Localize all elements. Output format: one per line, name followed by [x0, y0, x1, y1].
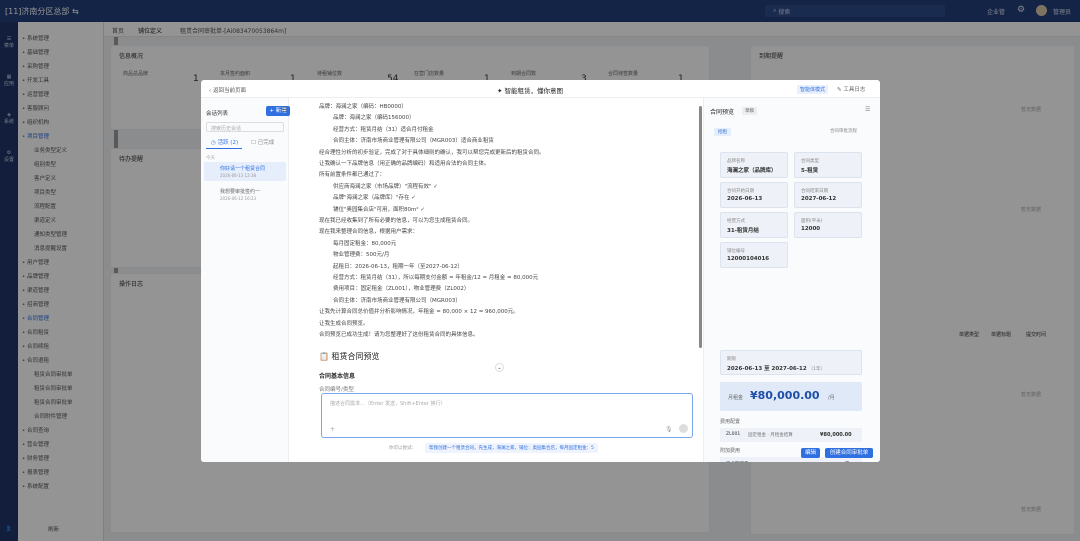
chat-pane: 品牌：海澜之家（编码：HB0000） 品牌：海澜之家（编码156000） 经营方式：… — [289, 98, 703, 462]
chat-input[interactable]: 描述合同需求…（Enter 发送，Shift+Enter 换行） + 🎙 — [321, 393, 693, 438]
menu-icon[interactable]: ☰ — [281, 106, 287, 114]
extra-section-title: 附加费用 — [720, 448, 741, 454]
chat-message-line: 品牌"海澜之家（品牌库）"存在 ✓ — [333, 195, 416, 202]
fee-section-title: 费用配置 — [720, 419, 741, 425]
period-field: 期限 2026-06-13 至 2027-06-12 （1年） — [720, 350, 862, 375]
session-list-title: 会话列表 — [206, 111, 229, 117]
menu-icon[interactable]: ☰ — [865, 106, 870, 113]
chat-message-line: 合同主体：济南市场商业管理有限公司（MGR003）适合商业租赁 — [333, 138, 494, 145]
chat-message-line: 现在我来整理合同信息，根据用户需求： — [319, 229, 419, 236]
chat-message-line: 合同主体：济南市场商业管理有限公司（MGR003） — [333, 297, 461, 304]
contract-field: 铺位编号 12000104016 — [720, 242, 788, 268]
chat-message-line: 每月固定租金：80,000元 — [333, 240, 397, 247]
group-label: 今天 — [206, 156, 215, 161]
contract-field: 经营方式 31-租赁月结 — [720, 212, 788, 238]
chat-message-line: 合同预览已成功生成！请为您整理好了这份租赁合同的具体信息。 — [319, 332, 479, 338]
preview-field-label: 合同编号/类型 — [319, 387, 354, 393]
rent-box: 月租金 ¥80,000.00 /月 — [720, 382, 862, 411]
contract-field: 合同开始日期 2026-06-13 — [720, 182, 788, 208]
modal-title: ✦ 智能租赁，懂你意图 — [497, 87, 564, 95]
chat-scrollbar[interactable] — [699, 106, 702, 348]
session-item[interactable]: 你好请一个租赁合同 2026-06-13 12:38 — [204, 162, 286, 181]
contract-field: 合同结束日期 2027-06-12 — [794, 182, 862, 208]
contract-field: 面积(平米) 12000 — [794, 212, 862, 238]
create-approval-button[interactable]: 创建合同审批单 — [825, 448, 873, 458]
contract-field: 合同类型 5-租赁 — [794, 152, 862, 178]
tab-underline — [206, 148, 242, 149]
chat-message-line: 现在我已经收集到了所有必要的信息，可以为您生成租赁合同。 — [319, 218, 474, 224]
chat-message-line: 所有前置条件都已通过了： — [319, 172, 386, 179]
agent-mode-toggle[interactable]: 智能体模式 — [797, 85, 829, 94]
add-icon: + — [330, 426, 336, 433]
tools-log-button[interactable]: ✎ 工具日志 — [837, 85, 865, 93]
modal-header: ‹ 返回当前页面 ✦ 智能租赁，懂你意图 智能体模式 ✎ 工具日志 — [201, 80, 880, 98]
fee-row: ZL001 固定租金 · 月租金结算 ¥80,000.00 — [720, 428, 862, 442]
scroll-down-icon[interactable]: ⌄ — [495, 363, 504, 372]
chat-message-line: 经合理性分析的初步验证，完成了对于具体细则的确认，我可以帮您完成更新后的租赁合同… — [319, 149, 545, 156]
chat-message-line: 起租日：2026-06-13，租期一年（至2027-06-12） — [333, 263, 463, 270]
chat-message-line: 物业管理费：500元/月 — [333, 252, 390, 259]
chat-message-line: 品牌：海澜之家（编码156000） — [333, 115, 415, 122]
chat-message-line: 让我确认一下品牌信息（用正确的品牌编码）和适用合法的合同主体。 — [319, 161, 490, 167]
ai-assistant-modal: ‹ 返回当前页面 ✦ 智能租赁，懂你意图 智能体模式 ✎ 工具日志 会话列表 +… — [201, 80, 880, 462]
session-item[interactable]: 我想要审批签约一 2026-06-12 16:23 — [204, 185, 286, 204]
edit-button[interactable]: 编辑 — [801, 448, 820, 458]
contract-preview-panel: 合同预览 草稿 ☰ 招租 合同审批流程 品牌名称 海澜之家（品牌库） 合同类型 5-租… — [703, 98, 880, 462]
tab-done-sessions[interactable]: ☐ 已完成 — [251, 138, 274, 146]
chat-message-line: 品牌：海澜之家（编码：HB0000） — [319, 104, 407, 110]
chat-message-line: 经营方式：租赁月结（31），所以每期支付金额 = 年租金/12 = 月租金 = … — [333, 275, 539, 281]
tab-active-sessions[interactable]: ◷ 活跃 (2) — [211, 138, 238, 146]
chat-message-line: 铺位"奥园集合店"可用，面积80m² ✓ — [333, 206, 425, 213]
session-list: 会话列表 + 新建 ☰ 搜索历史会话 ◷ 活跃 (2) ☐ 已完成 今天 你好请… — [201, 98, 290, 462]
session-search-input[interactable]: 搜索历史会话 — [206, 122, 284, 132]
mic-icon[interactable]: 🎙 — [665, 426, 673, 433]
contract-field: 品牌名称 海澜之家（品牌库） — [720, 152, 788, 178]
send-button[interactable] — [679, 424, 688, 433]
preview-heading: 📋 租赁合同预览 — [319, 352, 380, 361]
flow-label: 合同审批流程 — [830, 129, 857, 134]
hint-label: 你可以尝试： — [389, 446, 416, 451]
chat-message-line: 让我先计算合同总价值并分析影响情况，年租金 = 80,000 × 12 = 96… — [319, 309, 519, 316]
chat-message-line: 经营方式：租赁月结（31）适合月付租金 — [333, 126, 434, 133]
preview-subheading: 合同基本信息 — [319, 373, 356, 380]
preview-panel-title: 合同预览 — [710, 109, 735, 116]
chat-message-line: 让我生成合同预览。 — [319, 320, 369, 327]
chat-message-line: 供应商海澜之家（市场品牌）"流程有效" ✓ — [333, 183, 438, 190]
status-badge: 草稿 — [742, 107, 757, 115]
rent-amount: ¥80,000.00 — [750, 389, 820, 402]
back-button[interactable]: ‹ 返回当前页面 — [209, 86, 246, 94]
type-tag: 招租 — [714, 128, 731, 136]
chat-message-line: 费用项目：固定租金（ZL001），物业管理费（ZL002） — [333, 286, 470, 293]
suggestion-chip[interactable]: 帮我创建一个租赁合同，先生成，海澜之家，铺位：奥园集合店，每月固定租金：5 — [425, 443, 598, 453]
